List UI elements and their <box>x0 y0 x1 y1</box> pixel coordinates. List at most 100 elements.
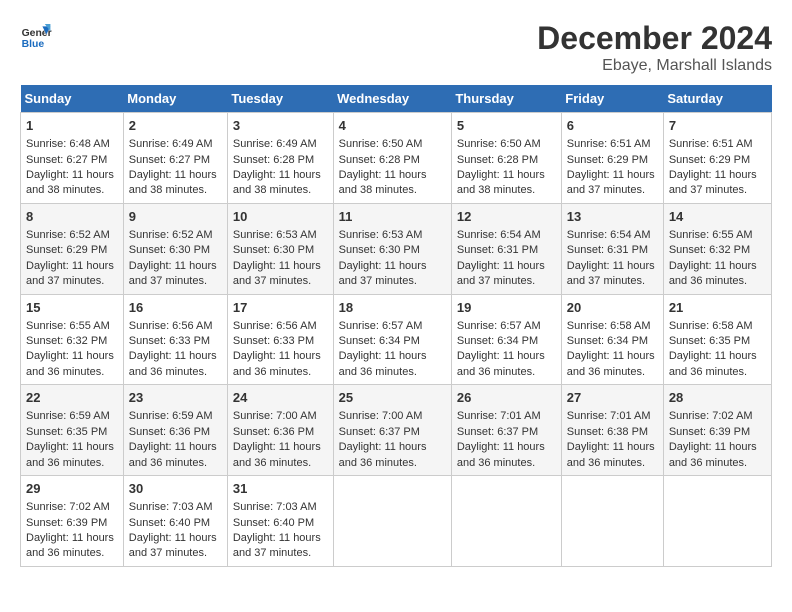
calendar-cell: 28Sunrise: 7:02 AMSunset: 6:39 PMDayligh… <box>663 385 771 476</box>
sunrise-label: Sunrise: 6:54 AM <box>567 229 651 241</box>
daylight-label: Daylight: 11 hours and 36 minutes. <box>26 350 114 377</box>
page-header: General Blue December 2024 Ebaye, Marsha… <box>20 20 772 75</box>
calendar-cell: 19Sunrise: 6:57 AMSunset: 6:34 PMDayligh… <box>451 294 561 385</box>
daylight-label: Daylight: 11 hours and 37 minutes. <box>129 532 217 559</box>
subtitle: Ebaye, Marshall Islands <box>537 57 772 75</box>
sunrise-label: Sunrise: 6:49 AM <box>233 138 317 150</box>
calendar-cell: 15Sunrise: 6:55 AMSunset: 6:32 PMDayligh… <box>21 294 124 385</box>
sunrise-label: Sunrise: 7:03 AM <box>233 501 317 513</box>
calendar-cell: 29Sunrise: 7:02 AMSunset: 6:39 PMDayligh… <box>21 476 124 567</box>
calendar-cell: 21Sunrise: 6:58 AMSunset: 6:35 PMDayligh… <box>663 294 771 385</box>
daylight-label: Daylight: 11 hours and 36 minutes. <box>669 441 757 468</box>
day-header: Saturday <box>663 85 771 113</box>
day-header: Thursday <box>451 85 561 113</box>
sunrise-label: Sunrise: 7:01 AM <box>567 410 651 422</box>
day-number: 22 <box>26 389 118 407</box>
sunset-label: Sunset: 6:33 PM <box>233 335 314 347</box>
sunset-label: Sunset: 6:40 PM <box>233 517 314 529</box>
calendar-cell: 30Sunrise: 7:03 AMSunset: 6:40 PMDayligh… <box>123 476 227 567</box>
sunset-label: Sunset: 6:27 PM <box>129 154 210 166</box>
sunset-label: Sunset: 6:28 PM <box>457 154 538 166</box>
calendar-week-row: 22Sunrise: 6:59 AMSunset: 6:35 PMDayligh… <box>21 385 772 476</box>
calendar-cell: 16Sunrise: 6:56 AMSunset: 6:33 PMDayligh… <box>123 294 227 385</box>
sunrise-label: Sunrise: 6:52 AM <box>129 229 213 241</box>
sunset-label: Sunset: 6:31 PM <box>567 244 648 256</box>
calendar-cell: 4Sunrise: 6:50 AMSunset: 6:28 PMDaylight… <box>333 113 451 204</box>
calendar-cell: 12Sunrise: 6:54 AMSunset: 6:31 PMDayligh… <box>451 203 561 294</box>
daylight-label: Daylight: 11 hours and 36 minutes. <box>233 350 321 377</box>
daylight-label: Daylight: 11 hours and 38 minutes. <box>233 169 321 196</box>
day-header: Wednesday <box>333 85 451 113</box>
sunrise-label: Sunrise: 6:56 AM <box>129 320 213 332</box>
sunset-label: Sunset: 6:30 PM <box>339 244 420 256</box>
daylight-label: Daylight: 11 hours and 37 minutes. <box>339 260 427 287</box>
sunset-label: Sunset: 6:29 PM <box>669 154 750 166</box>
day-number: 9 <box>129 208 222 226</box>
calendar-cell: 10Sunrise: 6:53 AMSunset: 6:30 PMDayligh… <box>227 203 333 294</box>
daylight-label: Daylight: 11 hours and 36 minutes. <box>129 350 217 377</box>
sunrise-label: Sunrise: 7:00 AM <box>233 410 317 422</box>
daylight-label: Daylight: 11 hours and 37 minutes. <box>567 169 655 196</box>
calendar-week-row: 1Sunrise: 6:48 AMSunset: 6:27 PMDaylight… <box>21 113 772 204</box>
sunrise-label: Sunrise: 6:49 AM <box>129 138 213 150</box>
sunset-label: Sunset: 6:32 PM <box>26 335 107 347</box>
sunset-label: Sunset: 6:35 PM <box>669 335 750 347</box>
sunset-label: Sunset: 6:29 PM <box>26 244 107 256</box>
day-number: 24 <box>233 389 328 407</box>
calendar-cell: 6Sunrise: 6:51 AMSunset: 6:29 PMDaylight… <box>561 113 663 204</box>
day-number: 21 <box>669 299 766 317</box>
daylight-label: Daylight: 11 hours and 37 minutes. <box>669 169 757 196</box>
svg-text:Blue: Blue <box>22 39 45 50</box>
sunrise-label: Sunrise: 6:58 AM <box>567 320 651 332</box>
day-number: 20 <box>567 299 658 317</box>
sunset-label: Sunset: 6:27 PM <box>26 154 107 166</box>
day-number: 14 <box>669 208 766 226</box>
sunrise-label: Sunrise: 7:02 AM <box>26 501 110 513</box>
daylight-label: Daylight: 11 hours and 37 minutes. <box>26 260 114 287</box>
sunset-label: Sunset: 6:30 PM <box>129 244 210 256</box>
calendar-body: 1Sunrise: 6:48 AMSunset: 6:27 PMDaylight… <box>21 113 772 567</box>
logo: General Blue <box>20 20 52 52</box>
daylight-label: Daylight: 11 hours and 37 minutes. <box>233 260 321 287</box>
calendar-cell <box>663 476 771 567</box>
day-header: Friday <box>561 85 663 113</box>
sunrise-label: Sunrise: 6:51 AM <box>669 138 753 150</box>
calendar-cell: 23Sunrise: 6:59 AMSunset: 6:36 PMDayligh… <box>123 385 227 476</box>
sunrise-label: Sunrise: 7:01 AM <box>457 410 541 422</box>
calendar-cell: 20Sunrise: 6:58 AMSunset: 6:34 PMDayligh… <box>561 294 663 385</box>
day-number: 23 <box>129 389 222 407</box>
calendar-cell <box>451 476 561 567</box>
sunrise-label: Sunrise: 6:48 AM <box>26 138 110 150</box>
logo-icon: General Blue <box>20 20 52 52</box>
sunrise-label: Sunrise: 6:53 AM <box>339 229 423 241</box>
calendar-cell: 8Sunrise: 6:52 AMSunset: 6:29 PMDaylight… <box>21 203 124 294</box>
daylight-label: Daylight: 11 hours and 36 minutes. <box>339 350 427 377</box>
sunset-label: Sunset: 6:39 PM <box>669 426 750 438</box>
day-number: 6 <box>567 117 658 135</box>
calendar-table: SundayMondayTuesdayWednesdayThursdayFrid… <box>20 85 772 567</box>
calendar-cell <box>333 476 451 567</box>
daylight-label: Daylight: 11 hours and 36 minutes. <box>567 441 655 468</box>
calendar-week-row: 29Sunrise: 7:02 AMSunset: 6:39 PMDayligh… <box>21 476 772 567</box>
daylight-label: Daylight: 11 hours and 36 minutes. <box>129 441 217 468</box>
calendar-cell: 9Sunrise: 6:52 AMSunset: 6:30 PMDaylight… <box>123 203 227 294</box>
day-number: 5 <box>457 117 556 135</box>
day-number: 11 <box>339 208 446 226</box>
calendar-cell: 25Sunrise: 7:00 AMSunset: 6:37 PMDayligh… <box>333 385 451 476</box>
calendar-cell: 7Sunrise: 6:51 AMSunset: 6:29 PMDaylight… <box>663 113 771 204</box>
daylight-label: Daylight: 11 hours and 36 minutes. <box>233 441 321 468</box>
calendar-cell: 3Sunrise: 6:49 AMSunset: 6:28 PMDaylight… <box>227 113 333 204</box>
calendar-week-row: 8Sunrise: 6:52 AMSunset: 6:29 PMDaylight… <box>21 203 772 294</box>
daylight-label: Daylight: 11 hours and 36 minutes. <box>457 350 545 377</box>
day-number: 29 <box>26 480 118 498</box>
sunrise-label: Sunrise: 6:56 AM <box>233 320 317 332</box>
sunset-label: Sunset: 6:40 PM <box>129 517 210 529</box>
calendar-cell: 27Sunrise: 7:01 AMSunset: 6:38 PMDayligh… <box>561 385 663 476</box>
calendar-cell: 13Sunrise: 6:54 AMSunset: 6:31 PMDayligh… <box>561 203 663 294</box>
calendar-cell: 5Sunrise: 6:50 AMSunset: 6:28 PMDaylight… <box>451 113 561 204</box>
day-number: 30 <box>129 480 222 498</box>
daylight-label: Daylight: 11 hours and 36 minutes. <box>567 350 655 377</box>
sunrise-label: Sunrise: 6:58 AM <box>669 320 753 332</box>
day-number: 18 <box>339 299 446 317</box>
sunset-label: Sunset: 6:35 PM <box>26 426 107 438</box>
